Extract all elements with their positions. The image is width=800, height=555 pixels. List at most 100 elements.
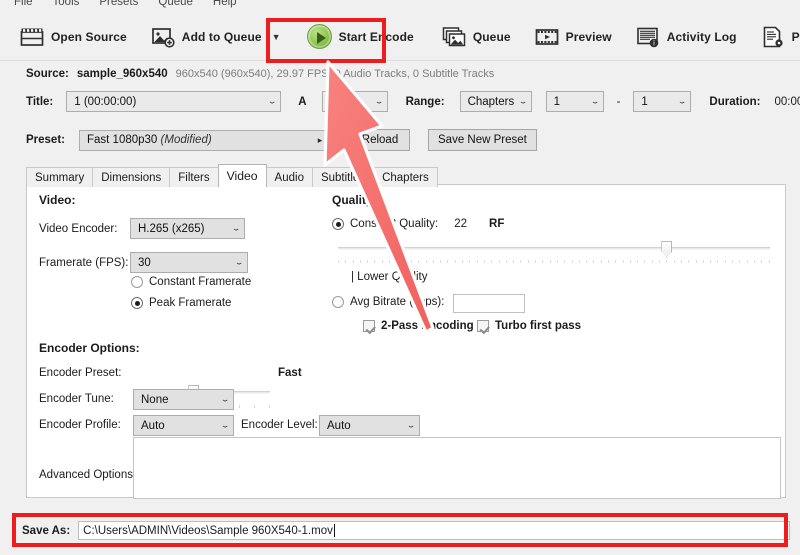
checkbox-glyph-two-pass <box>363 320 375 332</box>
angle-label: A <box>298 96 306 108</box>
lower-quality-label: | Lower Quality <box>351 271 428 283</box>
green-play-icon <box>307 24 332 49</box>
radio-glyph-constant-quality <box>332 218 344 230</box>
open-source-button[interactable]: Open Source <box>12 17 135 57</box>
peak-framerate-radio[interactable]: Peak Framerate <box>131 297 231 309</box>
avg-bitrate-radio[interactable]: Avg Bitrate (kbps): <box>332 296 444 308</box>
chevron-down-icon[interactable]: ▼ <box>272 32 281 42</box>
title-row: Title: 1 (00:00:00) ⌄ A 1 ⌄ Range: Chapt… <box>26 91 800 112</box>
radio-glyph-avg-bitrate <box>332 296 344 308</box>
save-as-field[interactable]: C:\Users\ADMIN\Videos\Sample 960X540-1.m… <box>78 521 790 540</box>
menu-item-tools[interactable]: Tools <box>53 0 80 8</box>
duration-label: Duration: <box>709 96 760 108</box>
encoder-profile-select[interactable]: Auto ⌄ <box>133 415 234 436</box>
chevron-down-icon-chapter-end: ⌄ <box>671 98 694 105</box>
preset-label: Preset: <box>26 134 65 146</box>
encoder-options-heading: Encoder Options: <box>39 341 140 355</box>
chapter-end-select[interactable]: 1 ⌄ <box>633 91 691 112</box>
video-encoder-label: Video Encoder: <box>39 223 117 235</box>
encoder-level-value: Auto <box>327 420 403 432</box>
turbo-first-pass-checkbox[interactable]: Turbo first pass <box>477 320 581 332</box>
quality-slider-thumb[interactable] <box>661 241 672 258</box>
tab-dimensions-label: Dimensions <box>101 172 161 184</box>
start-encode-button[interactable]: Start Encode <box>299 17 422 57</box>
framerate-label: Framerate (FPS): <box>39 257 128 269</box>
open-source-label: Open Source <box>51 30 127 44</box>
encoder-tune-select[interactable]: None ⌄ <box>133 389 234 410</box>
source-label: Source: <box>26 68 69 80</box>
preset-select[interactable]: Fast 1080p30 (Modified) ▸ <box>79 130 329 151</box>
quality-slider[interactable] <box>338 241 770 265</box>
activity-log-label: Activity Log <box>667 30 737 44</box>
menu-item-help[interactable]: Help <box>213 0 237 8</box>
angle-select[interactable]: 1 ⌄ <box>322 91 388 112</box>
activity-log-button[interactable]: i Activity Log <box>628 17 745 57</box>
menu-item-queue[interactable]: Queue <box>158 0 193 8</box>
radio-glyph-constant-framerate <box>131 276 143 288</box>
menu-item-file[interactable]: File <box>14 0 33 8</box>
preset-value: Fast 1080p30 <box>87 134 157 146</box>
queue-button[interactable]: Queue <box>434 17 519 57</box>
add-to-queue-label: Add to Queue <box>182 30 262 44</box>
save-new-preset-button[interactable]: Save New Preset <box>428 129 537 151</box>
tab-filters[interactable]: Filters <box>169 167 218 187</box>
avg-bitrate-label: Avg Bitrate (kbps): <box>350 296 444 308</box>
range-dash: - <box>617 96 621 108</box>
tab-chapters[interactable]: Chapters <box>373 167 438 187</box>
encoder-profile-label: Encoder Profile: <box>39 419 121 431</box>
svg-text:i: i <box>653 39 655 47</box>
presets-button[interactable]: Presets ▼ <box>753 17 800 57</box>
constant-quality-radio[interactable]: Constant Quality: 22 RF <box>332 218 504 230</box>
quality-section-heading: Quality: <box>332 193 377 207</box>
reload-preset-button[interactable]: Reload <box>350 129 410 151</box>
constant-framerate-label: Constant Framerate <box>149 276 251 288</box>
tab-summary-label: Summary <box>35 172 84 184</box>
preview-label: Preview <box>566 30 612 44</box>
preset-modified-flag: (Modified) <box>161 134 212 146</box>
advanced-options-label: Advanced Options: <box>39 469 136 481</box>
two-pass-encoding-label: 2-Pass Encoding <box>381 320 474 332</box>
encoder-tune-label: Encoder Tune: <box>39 393 114 405</box>
advanced-options-input[interactable] <box>133 437 781 499</box>
log-info-icon: i <box>636 25 660 49</box>
framerate-select[interactable]: 30 ⌄ <box>130 252 248 273</box>
chevron-down-icon-range: ⌄ <box>511 98 534 105</box>
range-type-select[interactable]: Chapters ⌄ <box>460 91 532 112</box>
tab-dimensions[interactable]: Dimensions <box>92 167 170 187</box>
handbrake-window: File Tools Presets Queue Help <box>0 0 800 555</box>
quality-slider-track <box>338 247 770 250</box>
tab-subtitles[interactable]: Subtitles <box>312 167 374 187</box>
constant-quality-value: 22 <box>454 218 467 230</box>
video-tab-panel: Video: Video Encoder: H.265 (x265) ⌄ Fra… <box>26 184 786 498</box>
encoder-level-select[interactable]: Auto ⌄ <box>319 415 420 436</box>
encoder-tune-value: None <box>141 394 217 406</box>
menu-item-presets[interactable]: Presets <box>99 0 138 8</box>
film-clapper-icon <box>20 25 44 49</box>
duration-value: 00:00: <box>775 96 800 108</box>
add-to-queue-button[interactable]: Add to Queue ▼ <box>143 17 289 57</box>
chapter-start-select[interactable]: 1 ⌄ <box>546 91 604 112</box>
constant-framerate-radio[interactable]: Constant Framerate <box>131 276 251 288</box>
title-select[interactable]: 1 (00:00:00) ⌄ <box>66 91 281 112</box>
main-toolbar: Open Source Add to Queue ▼ Start Encode <box>0 13 800 61</box>
range-type-value: Chapters <box>468 96 515 108</box>
source-details: 960x540 (960x540), 29.97 FPS, 0 Audio Tr… <box>176 68 495 80</box>
tab-summary[interactable]: Summary <box>26 167 93 187</box>
radio-glyph-peak-framerate <box>131 297 143 309</box>
constant-quality-label: Constant Quality: <box>350 218 438 230</box>
chevron-down-icon-angle: ⌄ <box>367 98 390 105</box>
chevron-down-icon-tune: ⌄ <box>213 396 236 403</box>
save-as-label: Save As: <box>22 525 70 537</box>
chevron-down-icon-level: ⌄ <box>399 422 422 429</box>
encoder-preset-value: Fast <box>278 367 302 379</box>
menu-bar: File Tools Presets Queue Help <box>0 0 800 12</box>
preview-button[interactable]: Preview <box>527 17 620 57</box>
tab-video[interactable]: Video <box>218 164 267 187</box>
text-cursor <box>334 524 335 537</box>
tab-audio[interactable]: Audio <box>266 167 313 187</box>
video-encoder-select[interactable]: H.265 (x265) ⌄ <box>130 218 245 239</box>
rf-label: RF <box>489 218 504 230</box>
tab-video-label: Video <box>227 169 258 183</box>
avg-bitrate-input[interactable] <box>453 294 525 313</box>
two-pass-encoding-checkbox[interactable]: 2-Pass Encoding <box>363 320 474 332</box>
